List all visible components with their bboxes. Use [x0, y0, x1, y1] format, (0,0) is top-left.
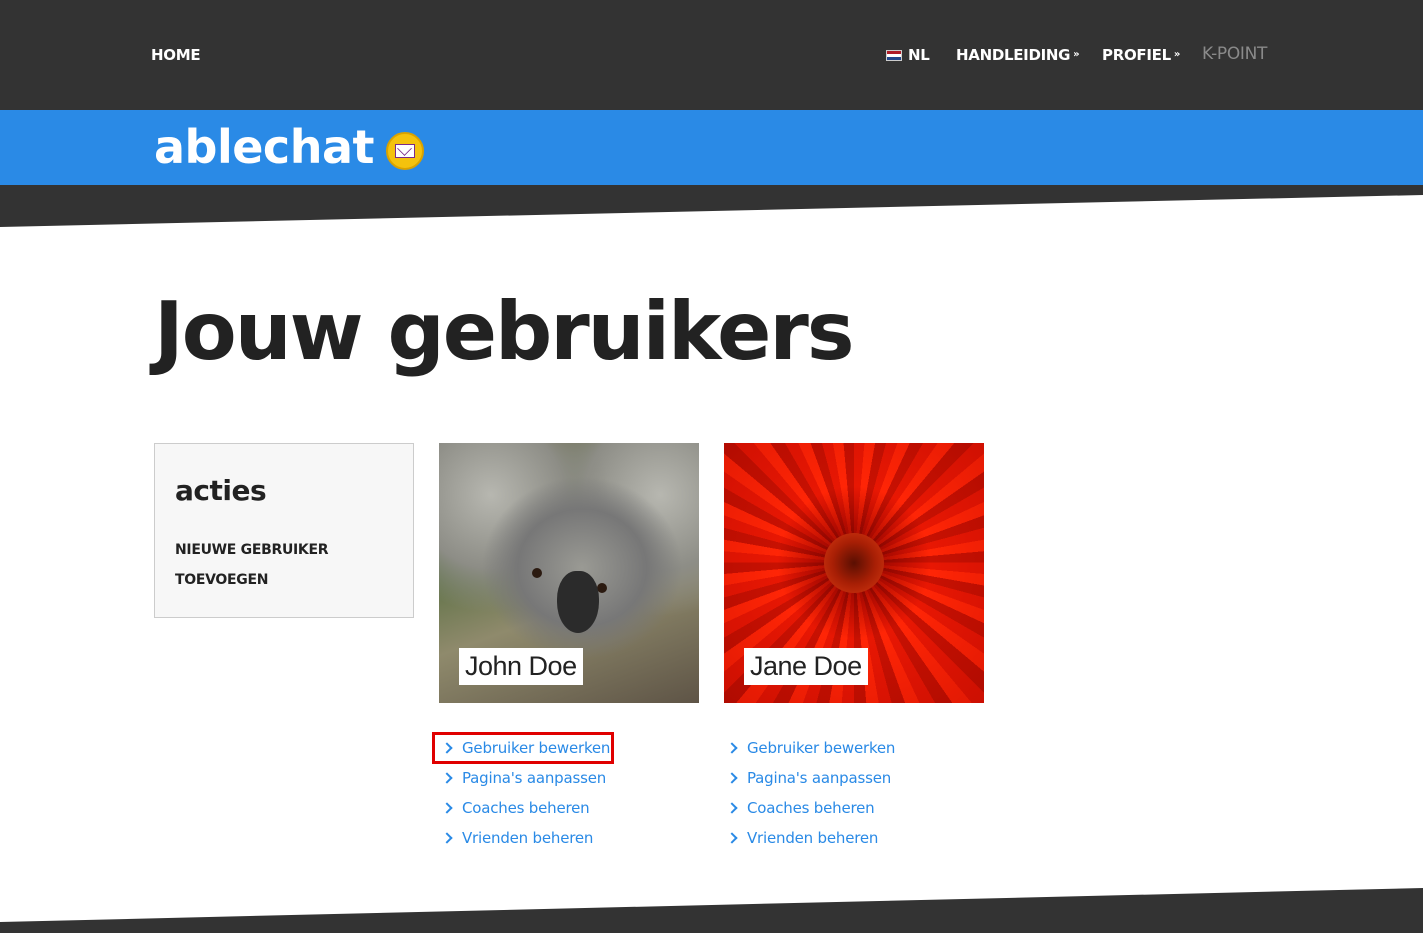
user-photo-koala[interactable]: John Doe	[439, 443, 699, 703]
user-actions-list: Gebruiker bewerken Pagina's aanpassen Co…	[725, 733, 985, 853]
bottom-dark-wedge	[0, 888, 1423, 933]
manage-friends-label: Vrienden beheren	[462, 829, 594, 847]
user-photo-flower[interactable]: Jane Doe	[724, 443, 984, 703]
manage-friends-label: Vrienden beheren	[747, 829, 879, 847]
chevron-right-icon	[441, 802, 453, 814]
language-label: NL	[908, 46, 930, 64]
edit-pages-link[interactable]: Pagina's aanpassen	[725, 763, 985, 793]
chevron-right-icon	[441, 772, 453, 784]
manage-friends-link[interactable]: Vrienden beheren	[440, 823, 700, 853]
chevron-right-icon	[726, 802, 738, 814]
netherlands-flag-icon	[886, 49, 902, 61]
koala-eye	[532, 568, 542, 578]
user-name-tag: John Doe	[459, 648, 583, 685]
double-chevron-down-icon: »	[1173, 49, 1180, 60]
page-title: Jouw gebruikers	[154, 285, 854, 378]
actions-panel: acties NIEUWE GEBRUIKER TOEVOEGEN	[154, 443, 414, 618]
edit-pages-label: Pagina's aanpassen	[462, 769, 607, 787]
chevron-right-icon	[726, 832, 738, 844]
edit-user-link[interactable]: Gebruiker bewerken	[725, 733, 985, 763]
flower-center	[824, 533, 884, 593]
koala-nose	[557, 571, 599, 633]
top-dark-wedge	[0, 185, 1423, 227]
user-card: Jane Doe	[724, 443, 984, 703]
highlight-box	[432, 732, 614, 764]
nav-profile-label: PROFIEL	[1102, 46, 1171, 64]
nav-right-group: NL HANDLEIDING » PROFIEL » K-POINT	[0, 44, 1423, 66]
edit-pages-link[interactable]: Pagina's aanpassen	[440, 763, 700, 793]
actions-title: acties	[175, 474, 267, 507]
nav-manual-dropdown[interactable]: HANDLEIDING »	[956, 46, 1080, 64]
manage-coaches-link[interactable]: Coaches beheren	[725, 793, 985, 823]
double-chevron-down-icon: »	[1073, 49, 1080, 60]
nav-kpoint-link[interactable]: K-POINT	[1202, 44, 1267, 64]
user-name-tag: Jane Doe	[744, 648, 868, 685]
chevron-right-icon	[441, 832, 453, 844]
koala-eye	[597, 583, 607, 593]
edit-pages-label: Pagina's aanpassen	[747, 769, 892, 787]
brand-logo[interactable]: ablechat	[154, 120, 424, 174]
language-selector[interactable]: NL	[886, 46, 930, 64]
brand-name: ablechat	[154, 120, 374, 174]
manage-friends-link[interactable]: Vrienden beheren	[725, 823, 985, 853]
user-card: John Doe	[439, 443, 699, 703]
nav-manual-label: HANDLEIDING	[956, 46, 1071, 64]
mail-envelope-icon	[385, 132, 424, 170]
chevron-right-icon	[726, 772, 738, 784]
manage-coaches-label: Coaches beheren	[462, 799, 590, 817]
add-new-user-link[interactable]: NIEUWE GEBRUIKER TOEVOEGEN	[175, 535, 345, 595]
nav-profile-dropdown[interactable]: PROFIEL »	[1102, 46, 1180, 64]
edit-user-label: Gebruiker bewerken	[747, 739, 896, 757]
manage-coaches-label: Coaches beheren	[747, 799, 875, 817]
manage-coaches-link[interactable]: Coaches beheren	[440, 793, 700, 823]
chevron-right-icon	[726, 742, 738, 754]
